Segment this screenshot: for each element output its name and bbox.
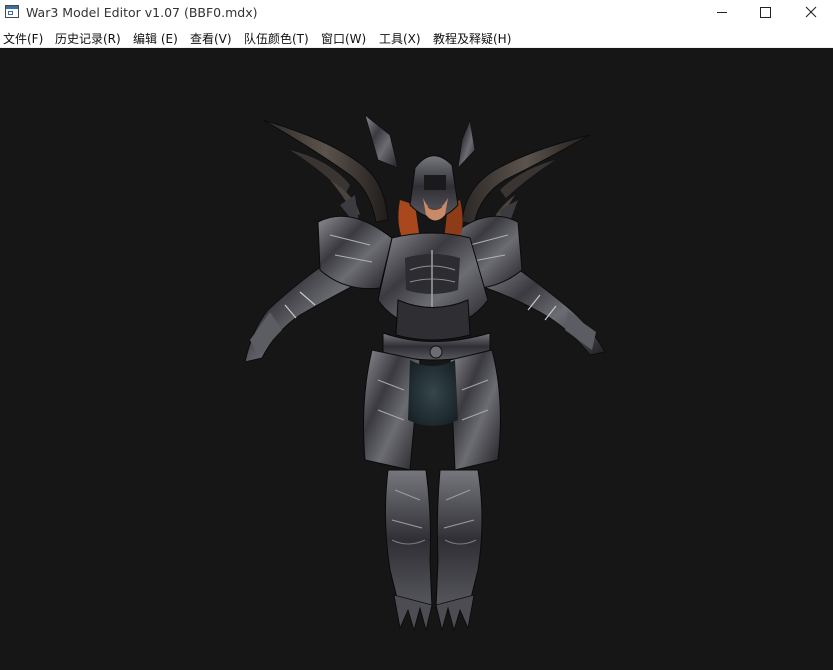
right-horn xyxy=(461,134,591,228)
menu-file[interactable]: 文件(F) xyxy=(3,30,43,47)
app-window-icon[interactable] xyxy=(5,5,19,18)
menu-window[interactable]: 窗口(W) xyxy=(321,30,366,47)
left-horn xyxy=(262,119,389,223)
window-title: War3 Model Editor v1.07 (BBF0.mdx) xyxy=(26,5,258,20)
maximize-button[interactable] xyxy=(743,0,789,26)
menu-bar: 文件(F) 历史记录(R) 编辑 (E) 查看(V) 队伍颜色(T) 窗口(W)… xyxy=(0,26,833,48)
close-icon xyxy=(805,6,817,18)
menu-help[interactable]: 教程及释疑(H) xyxy=(433,30,511,47)
menu-tools[interactable]: 工具(X) xyxy=(379,30,421,47)
legs xyxy=(384,469,483,611)
maximize-icon xyxy=(760,7,771,18)
minimize-icon xyxy=(717,12,727,13)
model-viewport[interactable] xyxy=(0,48,833,670)
tassets xyxy=(363,349,501,471)
menu-history[interactable]: 历史记录(R) xyxy=(55,30,121,47)
feet xyxy=(393,594,475,632)
menu-edit[interactable]: 编辑 (E) xyxy=(133,30,178,47)
torso xyxy=(377,232,489,341)
title-bar[interactable]: War3 Model Editor v1.07 (BBF0.mdx) xyxy=(0,0,833,26)
minimize-button[interactable] xyxy=(699,0,745,26)
head xyxy=(409,155,459,221)
model-render xyxy=(244,113,606,632)
close-button[interactable] xyxy=(787,0,833,26)
menu-view[interactable]: 查看(V) xyxy=(190,30,232,47)
menu-team-color[interactable]: 队伍颜色(T) xyxy=(244,30,309,47)
